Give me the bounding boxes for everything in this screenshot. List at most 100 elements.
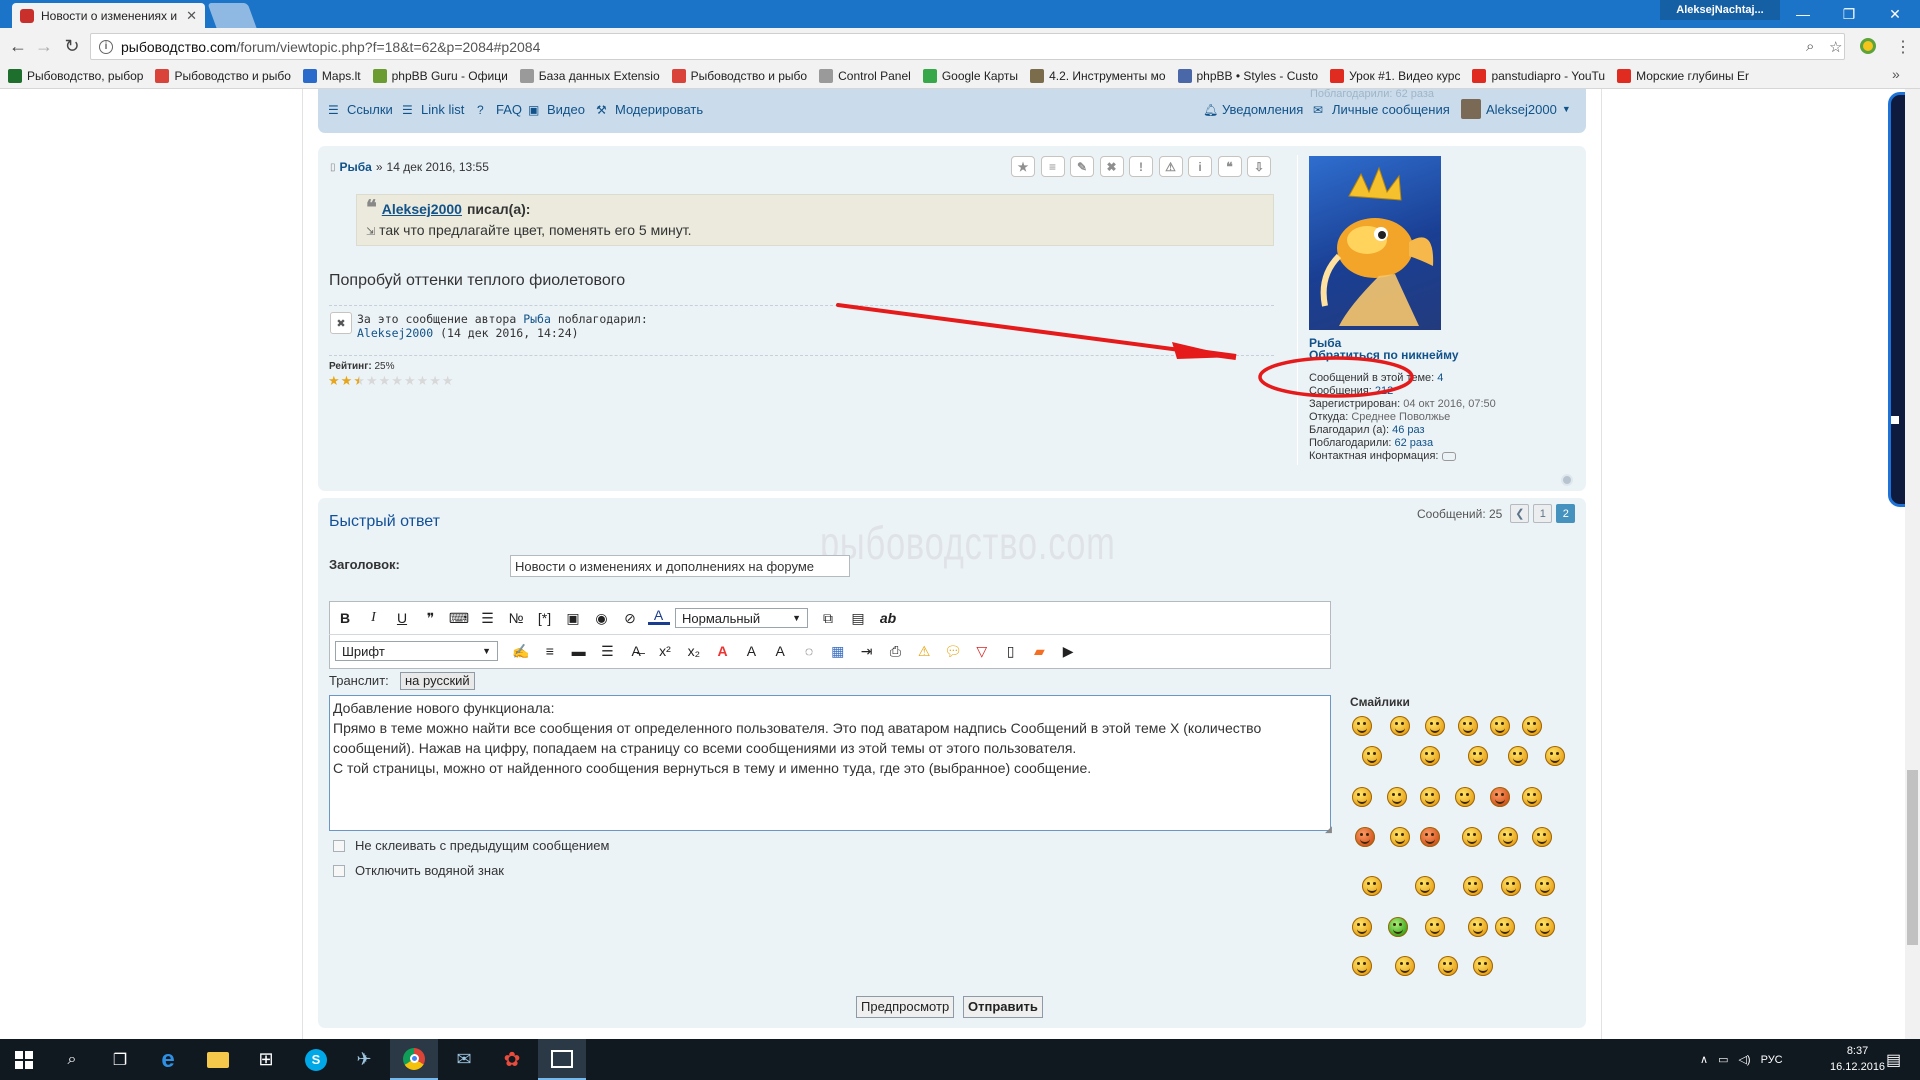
thanks-user-link[interactable]: Aleksej2000 (357, 326, 433, 340)
rating-star-icon[interactable]: ★ (379, 373, 391, 389)
new-tab-button[interactable] (207, 3, 257, 28)
smiley-icon[interactable] (1395, 956, 1415, 976)
tab-close-icon[interactable]: ✕ (186, 8, 197, 24)
blur-icon[interactable]: ◌ (798, 640, 820, 662)
smiley-icon[interactable] (1420, 746, 1440, 766)
glow-text-icon[interactable]: A (769, 640, 791, 662)
nav-links[interactable]: ☰ Ссылки (328, 102, 393, 117)
rating-star-icon[interactable]: ★ (353, 373, 365, 389)
rating-star-icon[interactable]: ★ (366, 373, 378, 389)
bookmark-item[interactable]: Рыбоводство, рыбор (8, 69, 143, 83)
rating-star-icon[interactable]: ★ (328, 373, 340, 389)
bookmark-item[interactable]: База данных Extensio (519, 69, 660, 83)
minimize-icon[interactable]: — (1780, 0, 1826, 28)
font-color-icon[interactable]: A (647, 607, 670, 625)
smiley-icon[interactable] (1352, 787, 1372, 807)
got-thanks-link[interactable]: 62 раза (1395, 437, 1434, 449)
tray-expand-icon[interactable]: ∧ (1700, 1053, 1708, 1066)
bookmark-item[interactable]: Рыбоводство и рыбо (671, 69, 807, 83)
shadow-text-icon[interactable]: A (740, 640, 762, 662)
file-explorer-icon[interactable] (194, 1039, 242, 1080)
taskbar-clock[interactable]: 8:37 16.12.2016 (1830, 1043, 1885, 1075)
message-textarea[interactable]: Добавление нового функционала: Прямо в те… (329, 695, 1331, 831)
bookmark-item[interactable]: Урок #1. Видео курс (1330, 69, 1460, 83)
spoiler-icon[interactable]: ▽ (971, 640, 993, 662)
delete-button[interactable]: ✖ (1099, 156, 1124, 177)
jump-to-post-icon[interactable]: ⇲ (366, 226, 375, 238)
smiley-icon[interactable] (1501, 876, 1521, 896)
site-info-icon[interactable]: i (99, 39, 113, 54)
rating-star-icon[interactable]: ★ (391, 373, 403, 389)
smiley-icon[interactable] (1355, 827, 1375, 847)
side-widget[interactable] (1888, 92, 1905, 507)
language-indicator[interactable]: РУС (1761, 1054, 1783, 1066)
rating-stars[interactable]: ★ ★ ★ ★ ★ ★ ★ ★ ★ ★ (328, 373, 454, 389)
translit-button[interactable]: на русский (400, 672, 475, 690)
reload-icon[interactable]: ↻ (62, 36, 82, 56)
chrome-menu-icon[interactable]: ⋮ (1895, 37, 1911, 57)
thanks-star-button[interactable]: ★ (1011, 156, 1035, 177)
back-icon[interactable]: ← (8, 36, 28, 56)
mail-app-icon[interactable]: ✉ (440, 1039, 488, 1080)
smiley-icon[interactable] (1535, 917, 1555, 937)
browser-tab-active[interactable]: Новости о изменениях и ✕ (12, 3, 205, 28)
bulleted-list-icon[interactable]: ☰ (477, 607, 499, 629)
edge-browser-icon[interactable]: e (144, 1039, 192, 1080)
align-right-icon[interactable]: ☰ (596, 640, 618, 662)
bookmarks-overflow-icon[interactable]: » (1892, 66, 1900, 82)
quote-icon[interactable]: ❞ (420, 607, 442, 629)
smiley-icon[interactable] (1420, 827, 1440, 847)
smiley-icon[interactable] (1425, 716, 1445, 736)
thanked-link[interactable]: 46 раз (1392, 424, 1424, 436)
quote-author-link[interactable]: Aleksej2000 (382, 201, 462, 217)
bookmark-item[interactable]: 4.2. Инструменты мо (1030, 69, 1166, 83)
copy-icon[interactable]: ⧉ (817, 607, 839, 629)
smiley-icon[interactable] (1420, 787, 1440, 807)
prev-page-icon[interactable]: ❮ (1510, 504, 1530, 523)
smiley-icon[interactable] (1468, 917, 1488, 937)
remove-thanks-button[interactable]: ✖ (330, 312, 352, 334)
report-button[interactable]: ! (1129, 156, 1153, 177)
resize-handle-icon[interactable]: ◢ (1325, 824, 1332, 835)
spellcheck-icon[interactable]: ab (877, 607, 899, 629)
page-1-button[interactable]: 1 (1533, 504, 1553, 523)
bold-icon[interactable]: B (334, 607, 356, 629)
smiley-icon[interactable] (1545, 746, 1565, 766)
smiley-icon[interactable] (1390, 716, 1410, 736)
smiley-icon[interactable] (1498, 827, 1518, 847)
page-2-button[interactable]: 2 (1556, 504, 1576, 523)
font-size-select[interactable]: Нормальный ▼ (675, 608, 808, 628)
bookmark-item[interactable]: panstudiapro - YouTu (1472, 69, 1605, 83)
smiley-icon[interactable] (1508, 746, 1528, 766)
bookmark-item[interactable]: Maps.lt (302, 69, 361, 83)
smiley-icon[interactable] (1522, 787, 1542, 807)
posts-count-link[interactable]: 212 (1375, 385, 1393, 397)
subscript-icon[interactable]: x₂ (683, 640, 705, 662)
back-to-top-icon[interactable] (1561, 474, 1573, 486)
nav-faq[interactable]: ? FAQ (477, 102, 522, 117)
volume-icon[interactable]: ◁) (1738, 1053, 1750, 1066)
rating-star-icon[interactable]: ★ (429, 373, 441, 389)
justify-icon[interactable]: ▬ (568, 640, 590, 662)
smiley-icon[interactable] (1535, 876, 1555, 896)
paint-app-icon[interactable]: ✿ (488, 1039, 536, 1080)
media-play-icon[interactable]: ▶ (1057, 640, 1079, 662)
restore-icon[interactable]: ❐ (1826, 0, 1872, 28)
no-watermark-checkbox[interactable] (333, 865, 345, 877)
smiley-icon[interactable] (1352, 917, 1372, 937)
italic-icon[interactable]: I (363, 607, 385, 629)
paste-icon[interactable]: ▤ (847, 607, 869, 629)
smiley-icon[interactable] (1490, 716, 1510, 736)
chrome-taskbar-icon[interactable] (390, 1039, 438, 1080)
gradient-icon[interactable]: ▦ (827, 640, 849, 662)
numbered-list-icon[interactable]: № (505, 607, 527, 629)
bookmark-star-icon[interactable]: ☆ (1829, 38, 1842, 56)
nav-link-list[interactable]: ☰ Link list (402, 102, 464, 117)
zoom-icon[interactable]: ⌕ (1806, 38, 1814, 55)
smiley-icon[interactable] (1352, 956, 1372, 976)
action-center-icon[interactable]: ▤ (1886, 1050, 1901, 1070)
bookmark-item[interactable]: Google Карты (922, 69, 1018, 83)
thanks-author-link[interactable]: Рыба (523, 312, 551, 326)
photos-app-icon[interactable] (538, 1039, 586, 1080)
task-view-icon[interactable]: ❐ (96, 1039, 144, 1080)
